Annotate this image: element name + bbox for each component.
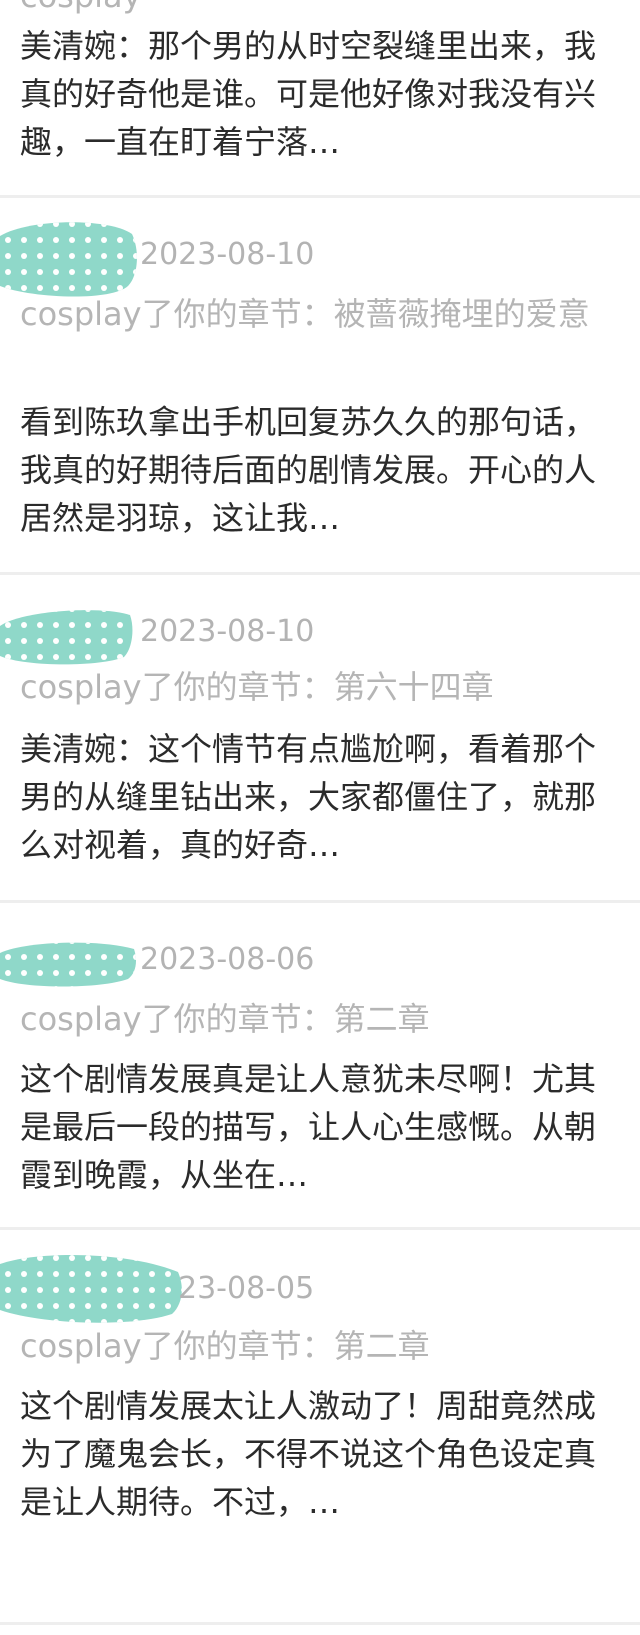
comment-meta: 2023-08-06	[0, 925, 640, 1005]
avatar-redaction-scribble	[0, 610, 133, 665]
avatar-redaction-scribble	[0, 1254, 182, 1323]
chapter-subtitle[interactable]: cosplay了你的章节：第二章	[20, 1322, 620, 1370]
comment-date: 2023-08-06	[140, 942, 315, 977]
comment-date: 2023-08-10	[140, 614, 315, 649]
divider	[0, 1622, 640, 1625]
chapter-subtitle: cosplay	[20, 0, 142, 12]
chapter-subtitle[interactable]: cosplay了你的章节：第六十四章	[20, 663, 620, 711]
comment-date: 23-08-05	[178, 1271, 315, 1306]
chapter-subtitle[interactable]: cosplay了你的章节：第二章	[20, 995, 620, 1043]
comment-content: 这个剧情发展太让人激动了！周甜竟然成为了魔鬼会长，不得不说这个角色设定真是让人期…	[20, 1387, 597, 1521]
comment-item[interactable]: 2023-08-10 cosplay了你的章节：被蔷薇掩埋的爱意 看到陈玖拿出手…	[0, 198, 640, 572]
comment-item[interactable]: 2023-08-10 cosplay了你的章节：第六十四章 美清婉：这个情节有点…	[0, 575, 640, 900]
comment-content: 美清婉：那个男的从时空裂缝里出来，我真的好奇他是谁。可是他好像对我没有兴趣，一直…	[20, 27, 597, 161]
avatar-redaction-scribble	[0, 942, 136, 987]
comment-item[interactable]: cosplay 美清婉：那个男的从时空裂缝里出来，我真的好奇他是谁。可是他好像对…	[0, 0, 640, 195]
comment-content: 美清婉：这个情节有点尴尬啊，看着那个男的从缝里钻出来，大家都僵住了，就那么对视着…	[20, 730, 597, 864]
comment-content: 看到陈玖拿出手机回复苏久久的那句话，我真的好期待后面的剧情发展。开心的人居然是羽…	[20, 403, 597, 537]
comment-meta: 23-08-05	[0, 1250, 640, 1330]
chapter-subtitle[interactable]: cosplay了你的章节：被蔷薇掩埋的爱意	[20, 290, 620, 338]
comment-item[interactable]: 23-08-05 cosplay了你的章节：第二章 这个剧情发展太让人激动了！周…	[0, 1230, 640, 1560]
comment-item[interactable]: 2023-08-06 cosplay了你的章节：第二章 这个剧情发展真是让人意犹…	[0, 903, 640, 1227]
comment-meta: 2023-08-10	[0, 216, 640, 297]
comment-date: 2023-08-10	[140, 237, 315, 272]
comment-content: 这个剧情发展真是让人意犹未尽啊！尤其是最后一段的描写，让人心生感慨。从朝霞到晚霞…	[20, 1060, 597, 1194]
